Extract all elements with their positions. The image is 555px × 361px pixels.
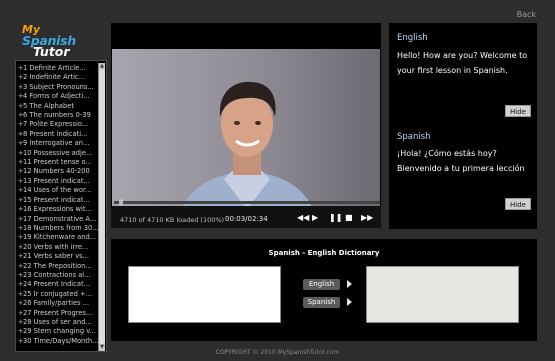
dictionary-output xyxy=(366,266,519,323)
rewind-icon[interactable]: ◀◀ xyxy=(297,213,309,223)
lesson-item[interactable]: +21 Verbs saber vs... xyxy=(18,252,98,261)
spanish-heading: Spanish xyxy=(397,132,431,142)
lesson-label: 1 Definite Article... xyxy=(23,64,86,72)
lesson-label: 18 Numbers from 30... xyxy=(23,223,98,232)
lesson-label: 8 Present indicati... xyxy=(23,129,88,138)
lesson-list: +1 Definite Article... +2 Indefinite Arti… xyxy=(18,64,98,350)
lesson-scrollbar[interactable]: ▲ ▼ xyxy=(98,63,105,351)
lesson-item[interactable]: +16 Expressions wit... xyxy=(18,205,98,214)
hide-english-button[interactable]: Hide xyxy=(505,105,531,117)
english-button[interactable]: English xyxy=(303,279,340,290)
play-icon[interactable]: ▶ xyxy=(312,213,318,223)
lesson-label: 3 Subject Pronouns... xyxy=(23,82,94,91)
lesson-label: 5 The Alphabet xyxy=(23,101,74,110)
lesson-item[interactable]: +25 Ir conjugated +... xyxy=(18,290,98,299)
lesson-label: 26 Family/parties ... xyxy=(23,299,90,308)
lesson-item[interactable]: +1 Definite Article... xyxy=(18,64,98,73)
lesson-item[interactable]: +11 Present tense o... xyxy=(18,158,98,167)
spanish-text: ¡Hola! ¿Cómo estás hoy? Bienvenido a tu … xyxy=(397,149,525,173)
lesson-item[interactable]: +23 Contractions al... xyxy=(18,271,98,280)
lesson-item[interactable]: +30 Time/Days/Month... xyxy=(18,337,98,346)
lesson-item[interactable]: +9 Interrogative an... xyxy=(18,139,98,148)
lesson-item[interactable]: +20 Verbs with irre... xyxy=(18,243,98,252)
lesson-label: 28 Uses of ser and... xyxy=(23,317,92,326)
hide-spanish-button[interactable]: Hide xyxy=(505,198,531,210)
lesson-label: 13 Present indicat... xyxy=(23,176,90,185)
lesson-item[interactable]: +6 The numbers 0-39 xyxy=(18,111,98,120)
lesson-label: 22 The Preposition... xyxy=(23,261,92,270)
lesson-label: 2 Indefinite Artic... xyxy=(23,73,85,82)
stop-icon[interactable]: ■ xyxy=(345,213,353,223)
spanish-arrow-icon[interactable] xyxy=(347,298,352,306)
english-heading: English xyxy=(397,33,428,43)
lesson-item[interactable]: +15 Present indicat... xyxy=(18,196,98,205)
lesson-item[interactable]: +13 Present indicat... xyxy=(18,177,98,186)
pause-icon[interactable]: ❚❚ xyxy=(329,213,342,223)
dictionary-panel: Spanish - English Dictionary English Spa… xyxy=(111,239,537,341)
lesson-list-panel: +1 Definite Article... +2 Indefinite Arti… xyxy=(15,60,107,352)
lesson-label: 9 Interrogative an... xyxy=(23,139,90,148)
lesson-item[interactable]: +4 Forms of Adjecti... xyxy=(18,92,98,101)
video-panel: 4710 of 4710 KB loaded (100%) 00:03/02:3… xyxy=(111,23,381,228)
lesson-item[interactable]: +27 Present Progres... xyxy=(18,309,98,318)
lesson-label: 16 Expressions wit... xyxy=(23,205,92,214)
lesson-item[interactable]: +28 Uses of ser and... xyxy=(18,318,98,327)
lesson-item[interactable]: +2 Indefinite Artic... xyxy=(18,73,98,82)
lesson-label: 19 Kitchenware and... xyxy=(23,233,97,242)
load-status: 4710 of 4710 KB loaded (100%) xyxy=(120,216,225,224)
lesson-item[interactable]: +19 Kitchenware and... xyxy=(18,233,98,242)
lesson-item[interactable]: +26 Family/parties ... xyxy=(18,299,98,308)
lesson-item[interactable]: +17 Demonstrative A... xyxy=(18,215,98,224)
lesson-item[interactable]: +29 Stem changing v... xyxy=(18,327,98,336)
dictionary-input[interactable] xyxy=(128,266,281,323)
video-controls: 4710 of 4710 KB loaded (100%) 00:03/02:3… xyxy=(111,199,381,228)
lesson-label: 10 Possessive adje... xyxy=(23,148,93,157)
lesson-label: 30 Time/Days/Month... xyxy=(23,336,98,345)
lesson-label: 12 Numbers 40-200 xyxy=(23,167,90,176)
lesson-label: 27 Present Progres... xyxy=(23,308,93,317)
lesson-item[interactable]: +24 Present Indicat... xyxy=(18,280,98,289)
lesson-item[interactable]: +12 Numbers 40-200 xyxy=(18,167,98,176)
copyright-footer: COPYRIGHT © 2010 MySpanishTutor.com xyxy=(215,349,340,356)
forward-icon[interactable]: ▶▶ xyxy=(361,213,373,223)
logo-line-3: Tutor xyxy=(33,44,70,59)
lesson-item[interactable]: +8 Present indicati... xyxy=(18,130,98,139)
lesson-label: 21 Verbs saber vs... xyxy=(23,252,90,261)
translation-panel: English Hello! How are you? Welcome to y… xyxy=(389,23,537,229)
lesson-label: 17 Demonstrative A... xyxy=(23,214,97,223)
lesson-item[interactable]: +14 Uses of the wor... xyxy=(18,186,98,195)
lesson-label: 24 Present Indicat... xyxy=(23,280,90,289)
time-display: 00:03/02:34 xyxy=(225,215,268,223)
lesson-label: 25 Ir conjugated +... xyxy=(23,289,93,298)
seek-bar[interactable] xyxy=(114,199,380,206)
back-link[interactable]: Back xyxy=(517,10,536,19)
english-text: Hello! How are you? Welcome to your firs… xyxy=(397,51,528,75)
lesson-label: 29 Stem changing v... xyxy=(23,327,97,336)
lesson-label: 6 The numbers 0-39 xyxy=(23,111,91,120)
lesson-label: 20 Verbs with irre... xyxy=(23,242,89,251)
lesson-label: 4 Forms of Adjecti... xyxy=(23,92,90,101)
seek-thumb[interactable] xyxy=(119,199,123,206)
dictionary-title: Spanish - English Dictionary xyxy=(268,249,380,257)
lesson-item[interactable]: +7 Polite Expressio... xyxy=(18,120,98,129)
lesson-item[interactable]: +22 The Preposition... xyxy=(18,262,98,271)
lesson-label: 23 Contractions al... xyxy=(23,270,91,279)
lesson-item[interactable]: +10 Possessive adje... xyxy=(18,149,98,158)
lesson-item[interactable]: +5 The Alphabet xyxy=(18,102,98,111)
scroll-up-icon[interactable]: ▲ xyxy=(99,63,105,70)
spanish-button[interactable]: Spanish xyxy=(303,297,340,308)
lesson-item[interactable]: +3 Subject Pronouns... xyxy=(18,83,98,92)
lesson-label: 7 Polite Expressio... xyxy=(23,120,89,129)
english-arrow-icon[interactable] xyxy=(347,280,352,288)
lesson-item[interactable]: +18 Numbers from 30... xyxy=(18,224,98,233)
logo: My Spanish Tutor xyxy=(22,24,98,59)
lesson-label: 11 Present tense o... xyxy=(23,158,92,167)
lesson-label: 15 Present indicat... xyxy=(23,195,90,204)
lesson-label: 14 Uses of the wor... xyxy=(23,186,92,195)
